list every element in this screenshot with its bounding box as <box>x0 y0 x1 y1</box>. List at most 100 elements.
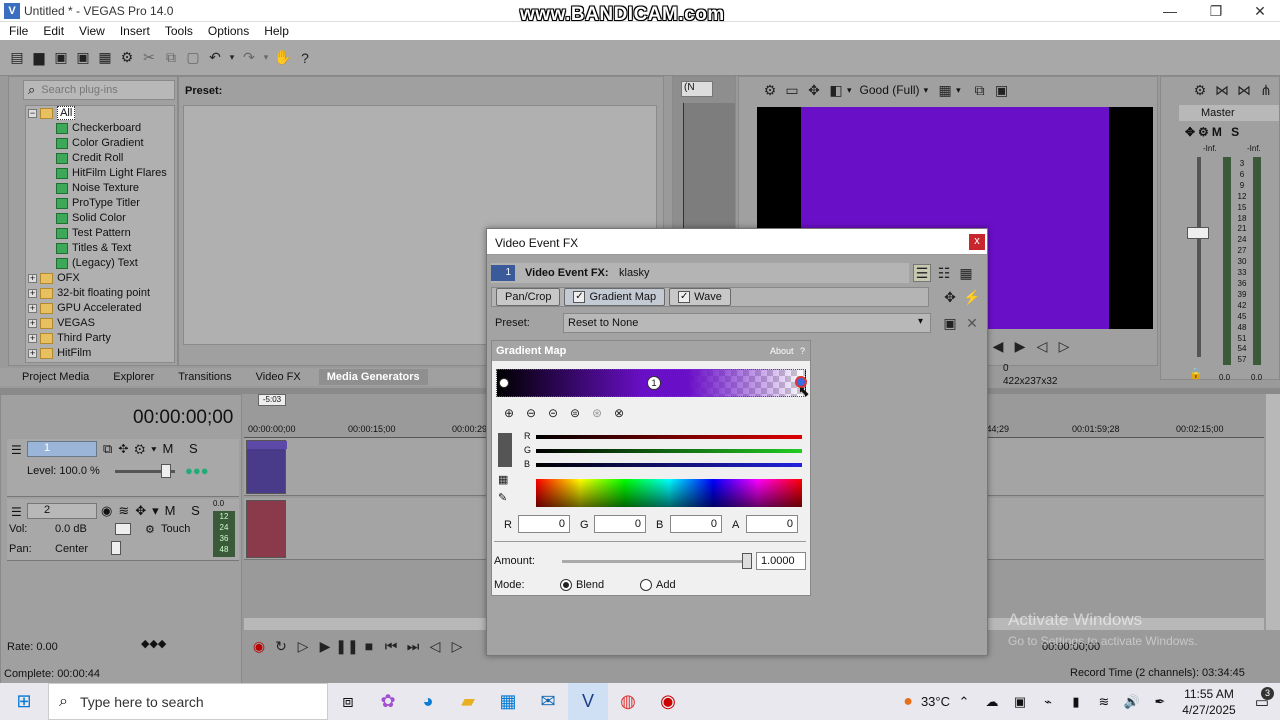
gradient-map-enabled-checkbox[interactable]: ✓ <box>573 291 586 303</box>
automation-gear-icon[interactable]: ⚙ <box>145 523 155 536</box>
outlook-icon[interactable]: ✉ <box>528 683 568 720</box>
g-value-field[interactable]: 0 <box>594 515 646 533</box>
menu-options[interactable]: Options <box>208 22 249 40</box>
onedrive-icon[interactable]: ☁ <box>978 683 1006 720</box>
redo-dropdown-icon[interactable]: ▾ <box>262 49 270 67</box>
generator-item[interactable]: Noise Texture <box>26 181 174 196</box>
r-value-field[interactable]: 0 <box>518 515 570 533</box>
show-hidden-icons-icon[interactable]: ⌃ <box>950 683 978 720</box>
expand-icon[interactable]: + <box>28 333 37 343</box>
automation-touch-mode[interactable]: Touch <box>161 523 190 535</box>
preview-fx-icon[interactable]: ✥ <box>805 81 823 99</box>
play-from-start-icon[interactable]: ▷ <box>294 637 312 655</box>
pause-icon[interactable]: ❚❚ <box>335 637 358 655</box>
timeline-marker[interactable]: -5:03 <box>258 394 286 406</box>
copy-snapshot-icon[interactable]: ⧉ <box>971 81 989 99</box>
color-swatch[interactable] <box>498 433 512 467</box>
generator-item[interactable]: (Legacy) Text <box>26 256 174 271</box>
collapse-track-icon[interactable]: ☰ <box>11 443 25 457</box>
menu-file[interactable]: File <box>9 22 28 40</box>
next-stop-icon[interactable]: ⊜ <box>566 404 584 422</box>
undo-icon[interactable]: ↶ <box>206 49 224 67</box>
master-buttons[interactable]: ✥⚙M S <box>1185 125 1242 139</box>
next-frame-transport-icon[interactable]: ▷ <box>448 637 466 655</box>
wifi-icon[interactable]: ≋ <box>1090 683 1118 720</box>
menu-insert[interactable]: Insert <box>120 22 150 40</box>
color-spectrum[interactable] <box>536 479 802 507</box>
rate-slider-icon[interactable]: ◆◆◆ <box>141 637 166 650</box>
pan-slider-handle[interactable] <box>111 541 121 555</box>
expand-icon[interactable]: + <box>28 318 37 328</box>
split-dropdown-icon[interactable]: ▾ <box>847 85 852 96</box>
tab-explorer[interactable]: Explorer <box>113 371 154 383</box>
video-clip-klasky[interactable] <box>246 440 287 494</box>
task-view-icon[interactable]: ⧈ <box>328 683 368 720</box>
redo-icon[interactable]: ↷ <box>240 49 258 67</box>
battery-icon[interactable]: ▮ <box>1062 683 1090 720</box>
previous-frame-icon[interactable]: ◁ <box>1033 337 1051 355</box>
blend-radio-icon[interactable] <box>560 579 572 591</box>
master-fader-handle[interactable] <box>1187 227 1209 239</box>
g-slider[interactable] <box>536 449 802 453</box>
expand-icon[interactable]: + <box>28 288 37 298</box>
meet-now-icon[interactable]: ▣ <box>1006 683 1034 720</box>
split-screen-icon[interactable]: ◧ <box>827 81 845 99</box>
a-value-field[interactable]: 0 <box>746 515 798 533</box>
distribute-stops-icon[interactable]: ⊛ <box>588 404 606 422</box>
external-monitor-icon[interactable]: ▭ <box>783 81 801 99</box>
dialog-preset-dropdown[interactable]: Reset to None ▾ <box>563 313 931 333</box>
about-link[interactable]: About <box>770 346 794 356</box>
collapse-audio-track-icon[interactable]: ☰ <box>11 505 22 519</box>
prev-frame-icon[interactable]: ◀ <box>989 337 1007 355</box>
remove-stop-icon[interactable]: ⊖ <box>522 404 540 422</box>
eyedropper-icon[interactable]: ✎ <box>498 491 507 504</box>
expand-icon[interactable]: + <box>28 348 37 358</box>
preview-quality-dropdown[interactable]: Good (Full) <box>860 83 920 97</box>
edge-icon[interactable]: ◕ <box>408 683 448 720</box>
generator-item[interactable]: HitFilm Light Flares <box>26 166 174 181</box>
add-radio-icon[interactable] <box>640 579 652 591</box>
mode-add-radio[interactable]: Add <box>640 578 676 592</box>
record-icon[interactable]: ◉ <box>250 637 268 655</box>
video-track-header[interactable]: ☰ 1 ⧉✥⚙▾M S Level: 100.0 % ●●● <box>7 439 239 497</box>
level-slider-handle[interactable] <box>161 464 171 478</box>
plugin-search-input[interactable]: Search plug-ins <box>41 84 117 96</box>
tab-media-generators[interactable]: Media Generators <box>318 369 428 385</box>
previous-stop-icon[interactable]: ⊝ <box>544 404 562 422</box>
microsoft-store-icon[interactable]: ▦ <box>488 683 528 720</box>
b-slider[interactable] <box>536 463 802 467</box>
plugin-search[interactable]: ⌕ Search plug-ins <box>23 80 175 100</box>
properties-gear-icon[interactable]: ⚙ <box>118 49 136 67</box>
master-insert-fx-icon[interactable]: ⋈ <box>1213 81 1231 99</box>
overlays-grid-icon[interactable]: ▦ <box>936 81 954 99</box>
generator-item[interactable]: Credit Roll <box>26 151 174 166</box>
gradient-stop-start[interactable] <box>499 378 509 388</box>
video-track-buttons[interactable]: ⧉✥⚙▾M S <box>103 441 204 457</box>
menu-view[interactable]: View <box>79 22 105 40</box>
overlays-dropdown-icon[interactable]: ▾ <box>956 85 961 96</box>
go-to-start-icon[interactable]: ⏮ <box>382 637 400 655</box>
folder-item[interactable]: + VEGAS <box>26 316 174 331</box>
delete-preset-icon[interactable]: ✕ <box>963 314 981 332</box>
master-plugin-icon[interactable]: ⋈ <box>1235 81 1253 99</box>
save-snapshot-icon[interactable]: ▣ <box>993 81 1011 99</box>
view-list-icon[interactable]: ☷ <box>935 264 953 282</box>
play-icon[interactable]: ▶ <box>316 637 334 655</box>
folder-item[interactable]: + Third Party <box>26 331 174 346</box>
paste-icon[interactable]: ▢ <box>184 49 202 67</box>
save-icon[interactable]: ▣ <box>52 49 70 67</box>
save-as-icon[interactable]: ▣ <box>74 49 92 67</box>
maximize-button[interactable]: ❐ <box>1194 2 1238 20</box>
view-chain-icon[interactable]: ☰ <box>913 264 931 282</box>
trimmer-dropdown[interactable]: (N <box>681 81 713 97</box>
menu-help[interactable]: Help <box>264 22 289 40</box>
folder-item[interactable]: + HitFilm <box>26 346 174 361</box>
folder-item[interactable]: + 32-bit floating point <box>26 286 174 301</box>
add-stop-icon[interactable]: ⊕ <box>500 404 518 422</box>
tab-project-media[interactable]: Project Media <box>22 371 89 383</box>
fx-chain-move-icon[interactable]: ✥ <box>941 288 959 306</box>
vegas-pro-taskbar-icon[interactable]: V <box>568 683 608 720</box>
folder-item[interactable]: + GPU Accelerated <box>26 301 174 316</box>
expand-icon[interactable]: + <box>28 303 37 313</box>
amount-slider-handle[interactable] <box>742 553 752 569</box>
